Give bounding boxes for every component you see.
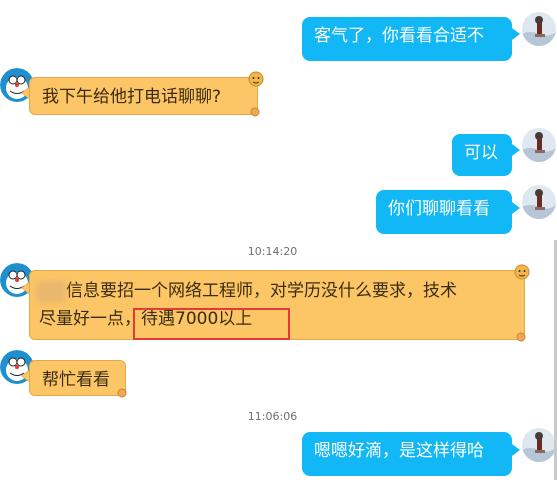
my-avatar[interactable] [522, 185, 556, 219]
bubble-decoration-icon [117, 388, 127, 398]
bubble-tail [21, 87, 29, 99]
bubble-tail [512, 202, 520, 214]
message-bubble-incoming[interactable]: 我下午给他打电话聊聊? [29, 77, 258, 115]
message-bubble-outgoing[interactable]: 你们聊聊看看 [376, 190, 512, 234]
message-text: 可以 [464, 143, 498, 163]
bubble-tail [512, 444, 520, 456]
my-avatar[interactable] [522, 428, 556, 462]
bubble-decoration-icon [514, 264, 530, 280]
message-bubble-outgoing[interactable]: 可以 [452, 134, 512, 176]
bubble-decoration-icon [516, 332, 526, 342]
message-bubble-incoming[interactable]: 帮忙看看 [29, 360, 126, 396]
message-bubble-outgoing[interactable]: 客气了，你看看合适不 [302, 17, 512, 61]
message-text: 客气了，你看看合适不 [314, 26, 484, 46]
my-avatar[interactable] [522, 128, 556, 162]
bubble-tail [512, 144, 520, 156]
message-text: 嗯嗯好滴，是这样得哈 [314, 441, 484, 461]
message-text: 我下午给他打电话聊聊? [42, 87, 222, 107]
timestamp: 10:14:20 [247, 245, 298, 258]
message-bubble-outgoing[interactable]: 嗯嗯好滴，是这样得哈 [302, 432, 512, 476]
highlight-box [133, 308, 290, 340]
message-text: 帮忙看看 [42, 370, 110, 390]
bubble-decoration-icon [250, 107, 260, 117]
timestamp: 11:06:06 [247, 410, 298, 423]
redacted-text [36, 281, 66, 303]
message-text-line1: 信息要招一个网络工程师，对学历没什么要求，技术 [66, 281, 457, 301]
bubble-tail [21, 370, 29, 382]
bubble-decoration-icon [248, 71, 264, 87]
message-text-line2: 尽量好一点， [39, 309, 141, 329]
bubble-tail [512, 28, 520, 40]
my-avatar[interactable] [522, 12, 556, 46]
bubble-tail [21, 282, 29, 294]
message-text: 你们聊聊看看 [388, 199, 490, 219]
